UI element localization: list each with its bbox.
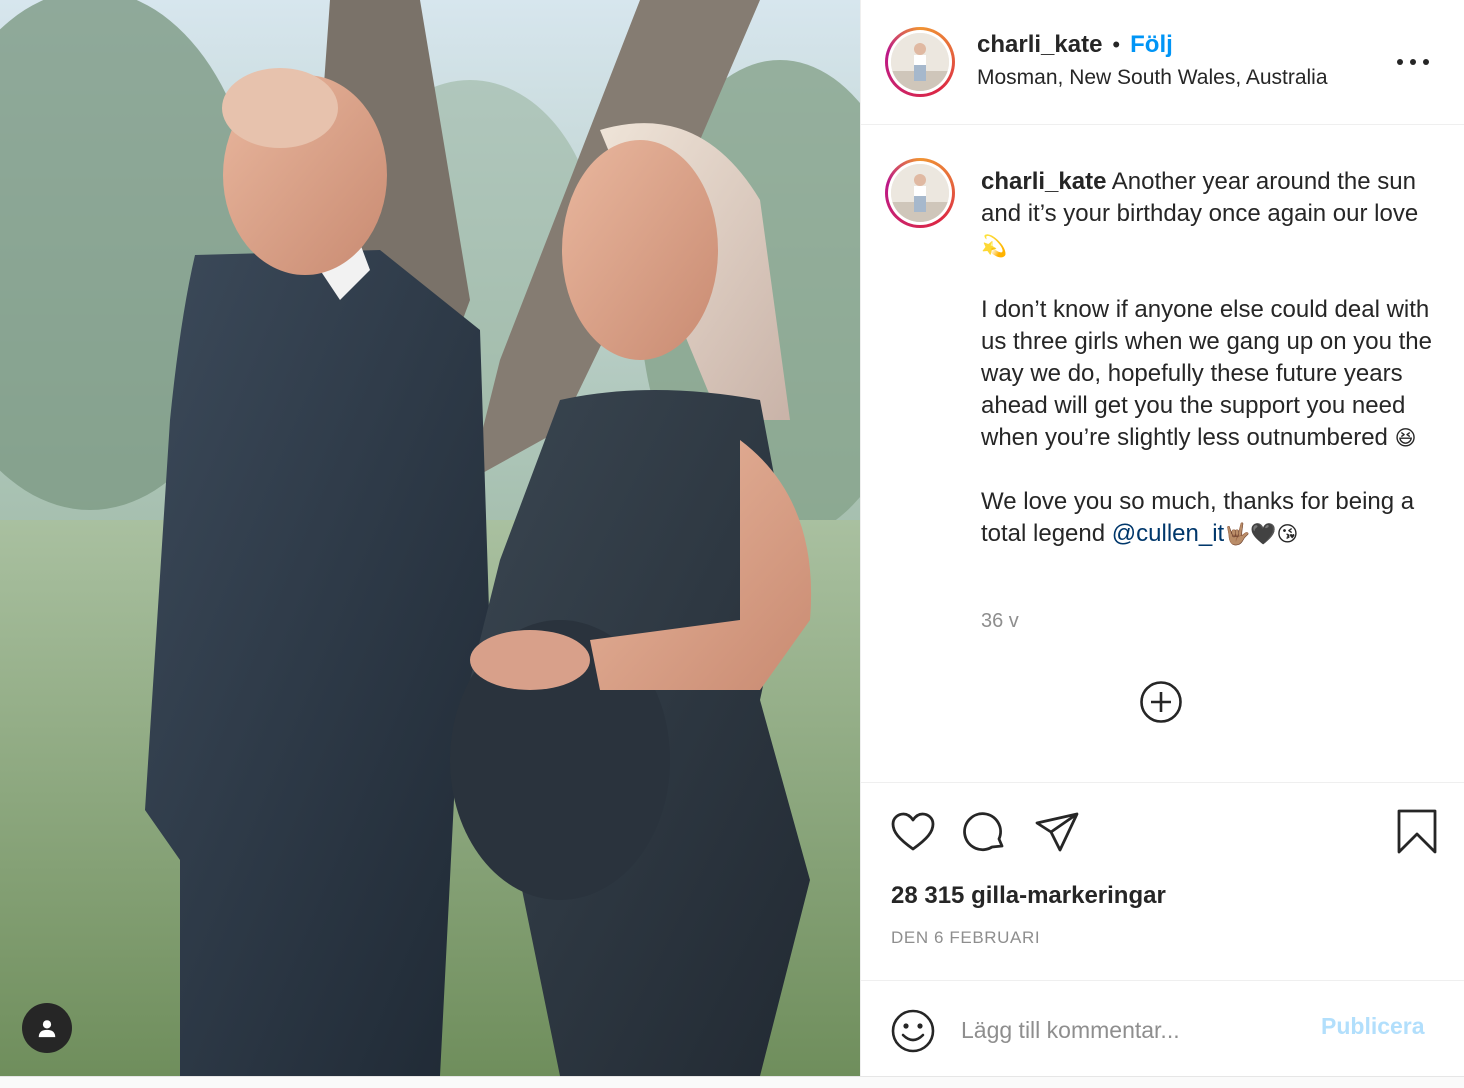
- post-photo-illustration: [0, 0, 860, 1076]
- bookmark-icon[interactable]: [1393, 808, 1441, 856]
- header-top-row: charli_kate • Följ: [977, 31, 1173, 59]
- post-location[interactable]: Mosman, New South Wales, Australia: [977, 66, 1328, 90]
- comment-bar: Publicera: [861, 980, 1464, 1076]
- follow-button[interactable]: Följ: [1130, 31, 1173, 59]
- caption-emoji3: 🤟🏽🖤😘: [1224, 522, 1299, 546]
- more-options-icon[interactable]: [1397, 52, 1429, 72]
- publish-button[interactable]: Publicera: [1321, 1013, 1425, 1040]
- caption-emoji1: 💫: [981, 234, 1008, 258]
- caption-avatar-image: [891, 164, 949, 222]
- post-header: charli_kate • Följ Mosman, New South Wal…: [861, 0, 1464, 125]
- plus-circle-icon[interactable]: [1139, 680, 1183, 724]
- comment-input[interactable]: [961, 1009, 1301, 1051]
- comment-bubble-icon[interactable]: [961, 808, 1009, 856]
- actions-divider: [861, 782, 1464, 783]
- like-count[interactable]: 28 315 gilla-markeringar: [891, 882, 1166, 910]
- caption-mention-link[interactable]: @cullen_it: [1112, 520, 1224, 547]
- heart-icon[interactable]: [889, 808, 937, 856]
- user-tag-button[interactable]: [22, 1003, 72, 1053]
- caption-time-ago[interactable]: 36 v: [981, 610, 1019, 633]
- page-bottom-strip: [0, 1076, 1464, 1088]
- post-caption: charli_kate Another year around the sun …: [981, 166, 1441, 550]
- post-details-panel: charli_kate • Följ Mosman, New South Wal…: [860, 0, 1464, 1076]
- post-photo[interactable]: [0, 0, 860, 1076]
- author-username[interactable]: charli_kate: [977, 31, 1102, 59]
- smiley-icon[interactable]: [889, 1007, 937, 1055]
- caption-username[interactable]: charli_kate: [981, 168, 1106, 195]
- post-date[interactable]: DEN 6 FEBRUARI: [891, 928, 1040, 948]
- author-avatar[interactable]: [885, 27, 955, 97]
- caption-author-avatar[interactable]: [885, 158, 955, 228]
- avatar-image: [891, 33, 949, 91]
- caption-paragraph2: I don’t know if anyone else could deal w…: [981, 296, 1439, 451]
- caption-emoji2: 😆: [1394, 426, 1417, 450]
- header-separator: •: [1112, 32, 1121, 57]
- paper-plane-icon[interactable]: [1033, 808, 1081, 856]
- user-tag-icon: [38, 1020, 56, 1038]
